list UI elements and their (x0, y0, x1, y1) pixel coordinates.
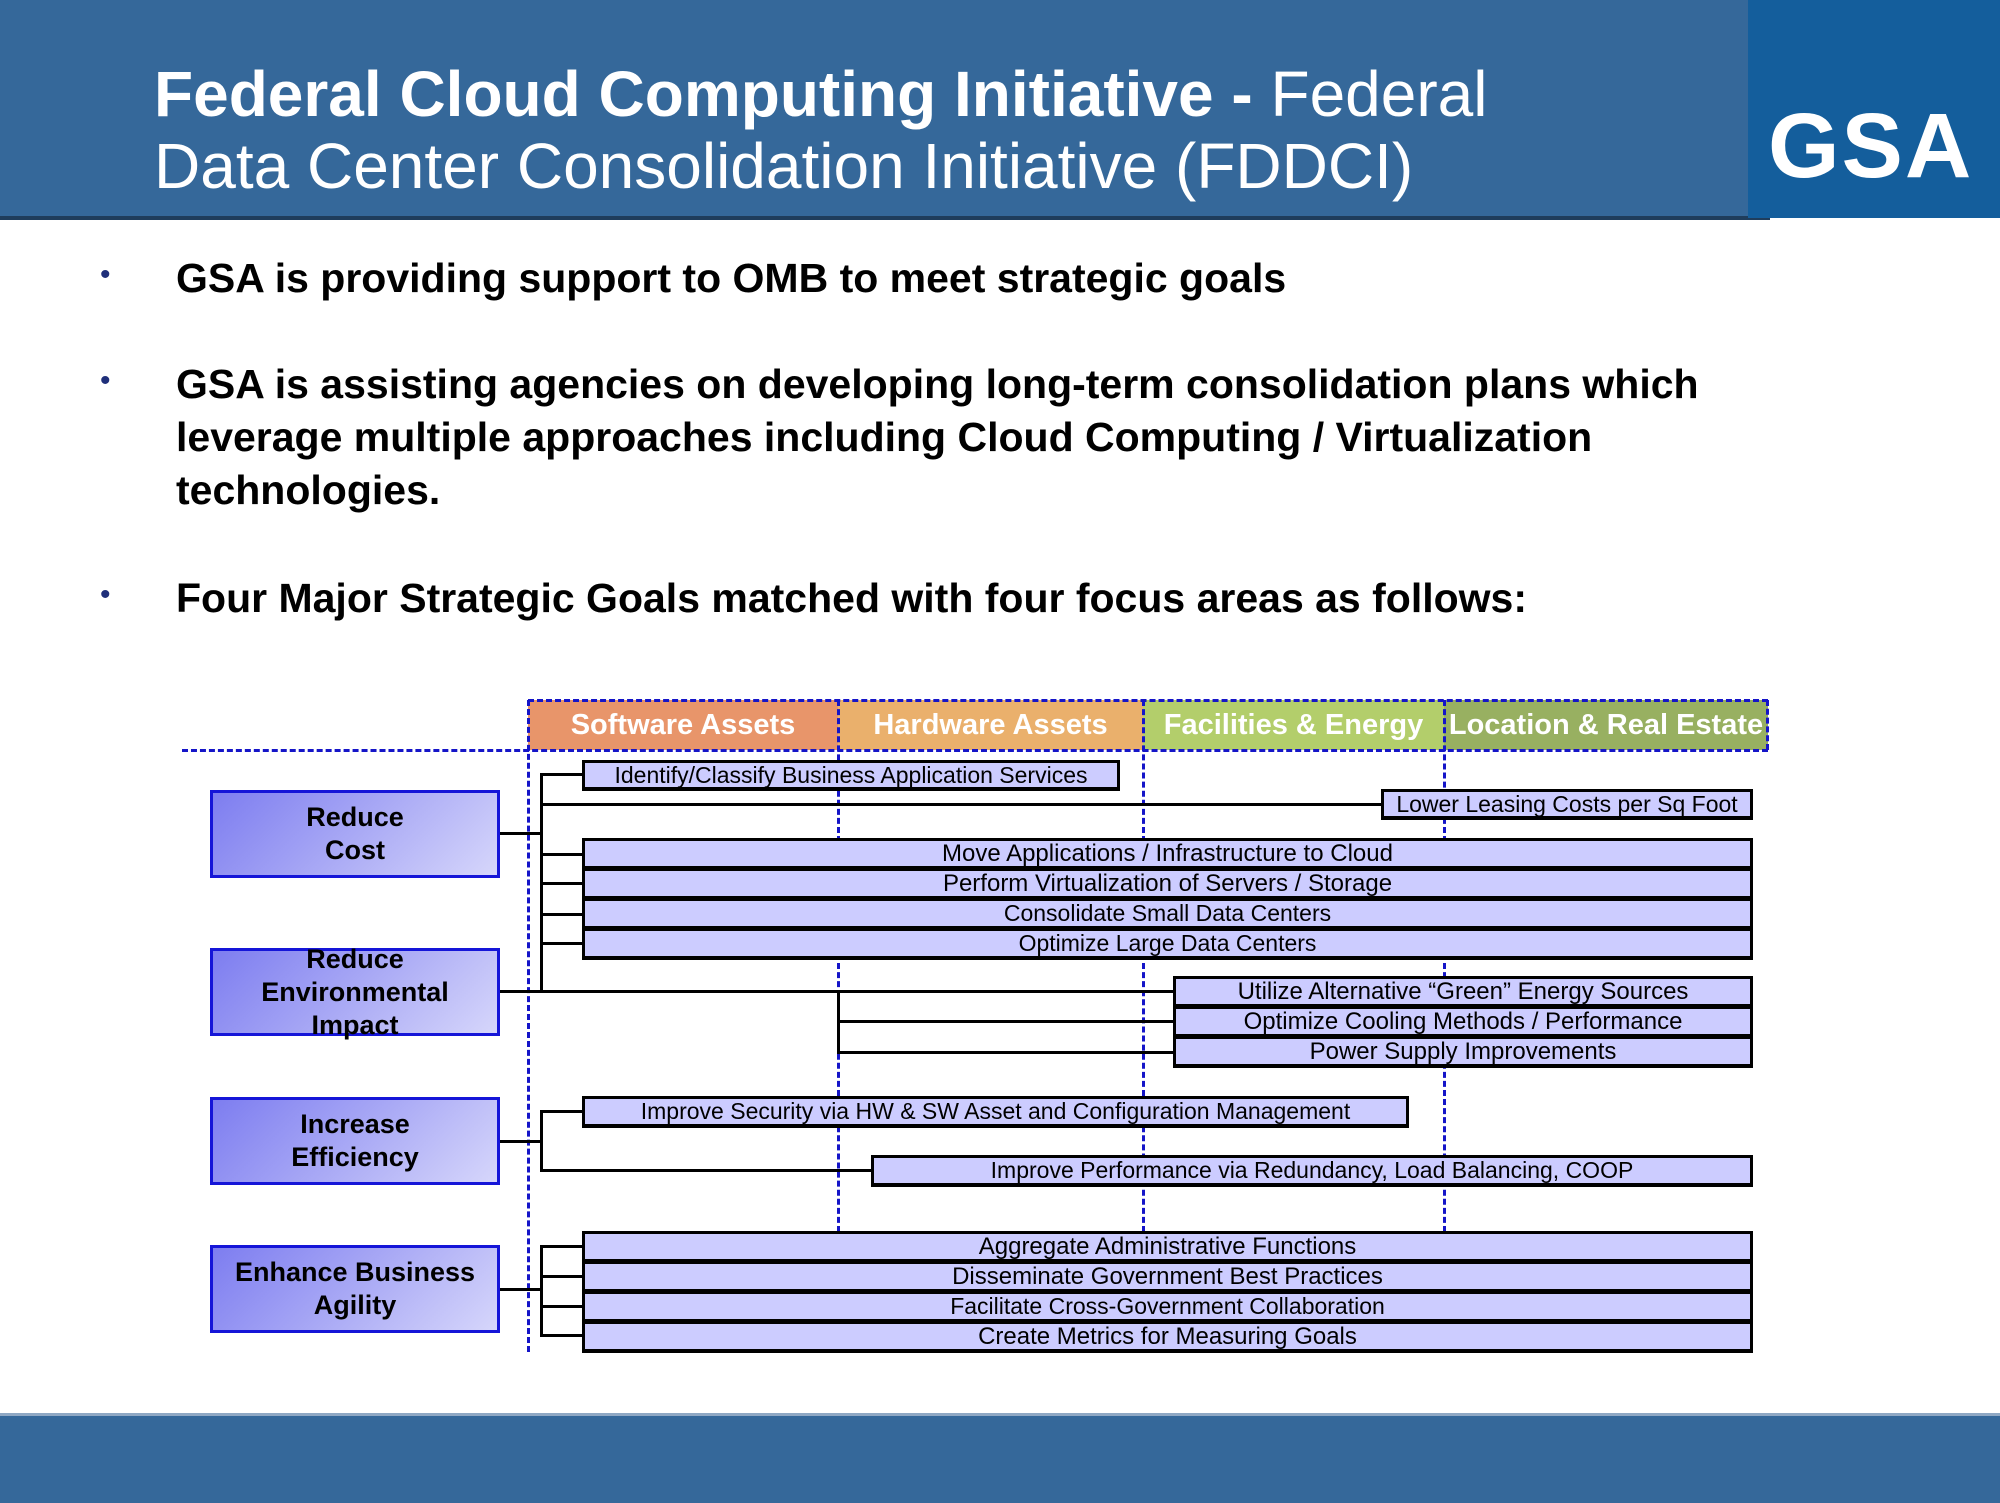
column-divider-dashed (527, 700, 530, 1352)
bullet-marker: • (100, 578, 111, 611)
item-green-energy: Utilize Alternative “Green” Energy Sourc… (1173, 976, 1753, 1008)
goal-reduce-environmental-impact: Reduce Environmental Impact (210, 944, 500, 1040)
bullet-2-line-2: leverage multiple approaches including C… (176, 414, 1593, 460)
bullet-3: Four Major Strategic Goals matched with … (176, 575, 1527, 621)
goal-label: Enhance Business (234, 1257, 476, 1287)
item-improve-security: Improve Security via HW & SW Asset and C… (582, 1096, 1409, 1128)
connector-line (540, 1305, 582, 1308)
title-bold-part: Federal Cloud Computing Initiative - (154, 58, 1253, 130)
goal-label: Environmental (261, 976, 449, 1007)
connector-line (540, 913, 582, 916)
item-power-supply: Power Supply Improvements (1173, 1036, 1753, 1068)
title-line-2: Data Center Consolidation Initiative (FD… (154, 130, 1414, 202)
connector-line (540, 1334, 582, 1337)
header-top-dashed-line (528, 699, 1768, 702)
bullet-1: GSA is providing support to OMB to meet … (176, 255, 1287, 301)
footer-bar (0, 1413, 2000, 1503)
goal-reduce-cost: Reduce Cost (210, 790, 500, 878)
connector-line (540, 882, 582, 885)
item-lower-leasing-costs: Lower Leasing Costs per Sq Foot (1381, 789, 1753, 820)
title-underline (0, 216, 1770, 220)
item-aggregate-admin: Aggregate Administrative Functions (582, 1231, 1753, 1263)
connector-line (500, 1140, 542, 1143)
goal-increase-efficiency: Increase Efficiency (210, 1097, 500, 1185)
goal-label: Efficiency (291, 1142, 419, 1172)
goal-enhance-business-agility: Enhance Business Agility (210, 1245, 500, 1333)
item-optimize-large-dc: Optimize Large Data Centers (582, 928, 1753, 960)
item-identify-classify: Identify/Classify Business Application S… (582, 760, 1120, 791)
goal-label: Reduce (306, 802, 404, 832)
connector-line (540, 942, 582, 945)
item-create-metrics: Create Metrics for Measuring Goals (582, 1321, 1753, 1353)
connector-line (540, 1245, 582, 1248)
focus-area-software-assets: Software Assets (528, 700, 838, 750)
column-divider-dashed (1766, 700, 1769, 750)
goal-label: Impact (311, 1009, 399, 1040)
connector-line (540, 1110, 543, 1172)
gsa-logo-text: GSA (1768, 100, 1973, 192)
bullet-2-line-1: GSA is assisting agencies on developing … (176, 361, 1699, 407)
connector-line (540, 1110, 582, 1113)
item-improve-performance: Improve Performance via Redundancy, Load… (871, 1155, 1753, 1187)
item-perform-virtualization: Perform Virtualization of Servers / Stor… (582, 868, 1753, 900)
goal-label: Increase (300, 1109, 410, 1139)
connector-line (500, 832, 542, 835)
column-divider-dashed (1142, 700, 1145, 1232)
connector-line (540, 773, 582, 776)
gsa-wordmark: GSA (1768, 95, 1974, 197)
goal-label: Agility (313, 1290, 397, 1320)
focus-area-location-real-estate: Location & Real Estate (1444, 700, 1768, 750)
item-move-applications: Move Applications / Infrastructure to Cl… (582, 838, 1753, 870)
bullet-2-line-3: technologies. (176, 467, 441, 513)
goal-label: Reduce (306, 943, 404, 974)
slide-title: Federal Cloud Computing Initiative - Fed… (154, 58, 1487, 202)
connector-line (540, 1245, 543, 1337)
connector-line (500, 1288, 542, 1291)
column-divider-dashed (1443, 700, 1446, 1232)
item-consolidate-small-dc: Consolidate Small Data Centers (582, 898, 1753, 930)
bullet-marker: • (100, 364, 111, 397)
focus-area-facilities-energy: Facilities & Energy (1143, 700, 1444, 750)
item-facilitate-collaboration: Facilitate Cross-Government Collaboratio… (582, 1291, 1753, 1323)
item-disseminate-best-practices: Disseminate Government Best Practices (582, 1261, 1753, 1293)
focus-area-hardware-assets: Hardware Assets (838, 700, 1143, 750)
connector-line (837, 1020, 1173, 1023)
connector-line (837, 1051, 1173, 1054)
connector-line (540, 1169, 871, 1172)
title-regular-part: Federal (1252, 58, 1488, 130)
item-optimize-cooling: Optimize Cooling Methods / Performance (1173, 1006, 1753, 1038)
connector-line (540, 1275, 582, 1278)
goal-label: Cost (324, 835, 385, 865)
header-bottom-dashed-line (182, 749, 1768, 752)
bullet-marker: • (100, 258, 111, 291)
connector-line (540, 853, 582, 856)
connector-line (540, 803, 1381, 806)
bullet-2: GSA is assisting agencies on developing … (176, 358, 1699, 517)
